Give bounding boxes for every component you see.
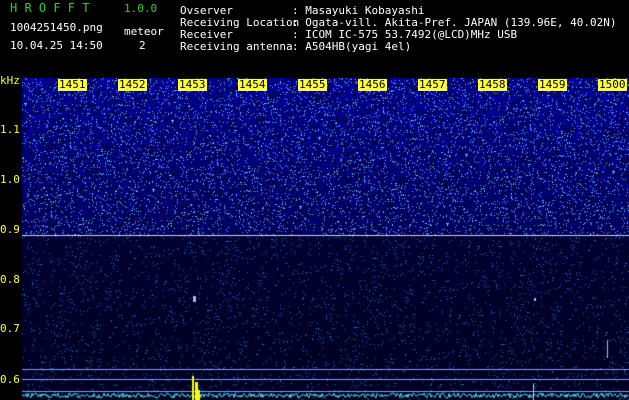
file-name: 1004251450.png bbox=[10, 21, 103, 34]
spectrogram-canvas bbox=[22, 78, 629, 400]
time-label-1456: 1456 bbox=[358, 78, 387, 91]
antenna-value: : A504HB(yagi 4el) bbox=[292, 40, 412, 53]
freq-label-0-9: 0.9 bbox=[0, 223, 20, 236]
freq-unit-label: kHz bbox=[0, 74, 20, 87]
meteor-count: 2 bbox=[139, 39, 146, 52]
antenna-label: Receiving antenna bbox=[180, 40, 293, 53]
meteor-label: meteor bbox=[124, 25, 164, 38]
time-label-1459: 1459 bbox=[538, 78, 567, 91]
time-label-1458: 1458 bbox=[478, 78, 507, 91]
time-label-1453: 1453 bbox=[178, 78, 207, 91]
time-label-1451: 1451 bbox=[58, 78, 87, 91]
freq-label-1-1: 1.1 bbox=[0, 123, 20, 136]
freq-label-1-0: 1.0 bbox=[0, 173, 20, 186]
freq-label-0-7: 0.7 bbox=[0, 322, 20, 335]
time-label-1452: 1452 bbox=[118, 78, 147, 91]
freq-label-0-6: 0.6 bbox=[0, 373, 20, 386]
time-label-1500: 1500 bbox=[598, 78, 627, 91]
time-label-1457: 1457 bbox=[418, 78, 447, 91]
app-version: 1.0.0 bbox=[124, 2, 158, 15]
time-label-1455: 1455 bbox=[298, 78, 327, 91]
freq-label-0-8: 0.8 bbox=[0, 273, 20, 286]
app-title: H R O F F T bbox=[10, 1, 90, 15]
time-label-1454: 1454 bbox=[238, 78, 267, 91]
capture-datetime: 10.04.25 14:50 bbox=[10, 39, 103, 52]
